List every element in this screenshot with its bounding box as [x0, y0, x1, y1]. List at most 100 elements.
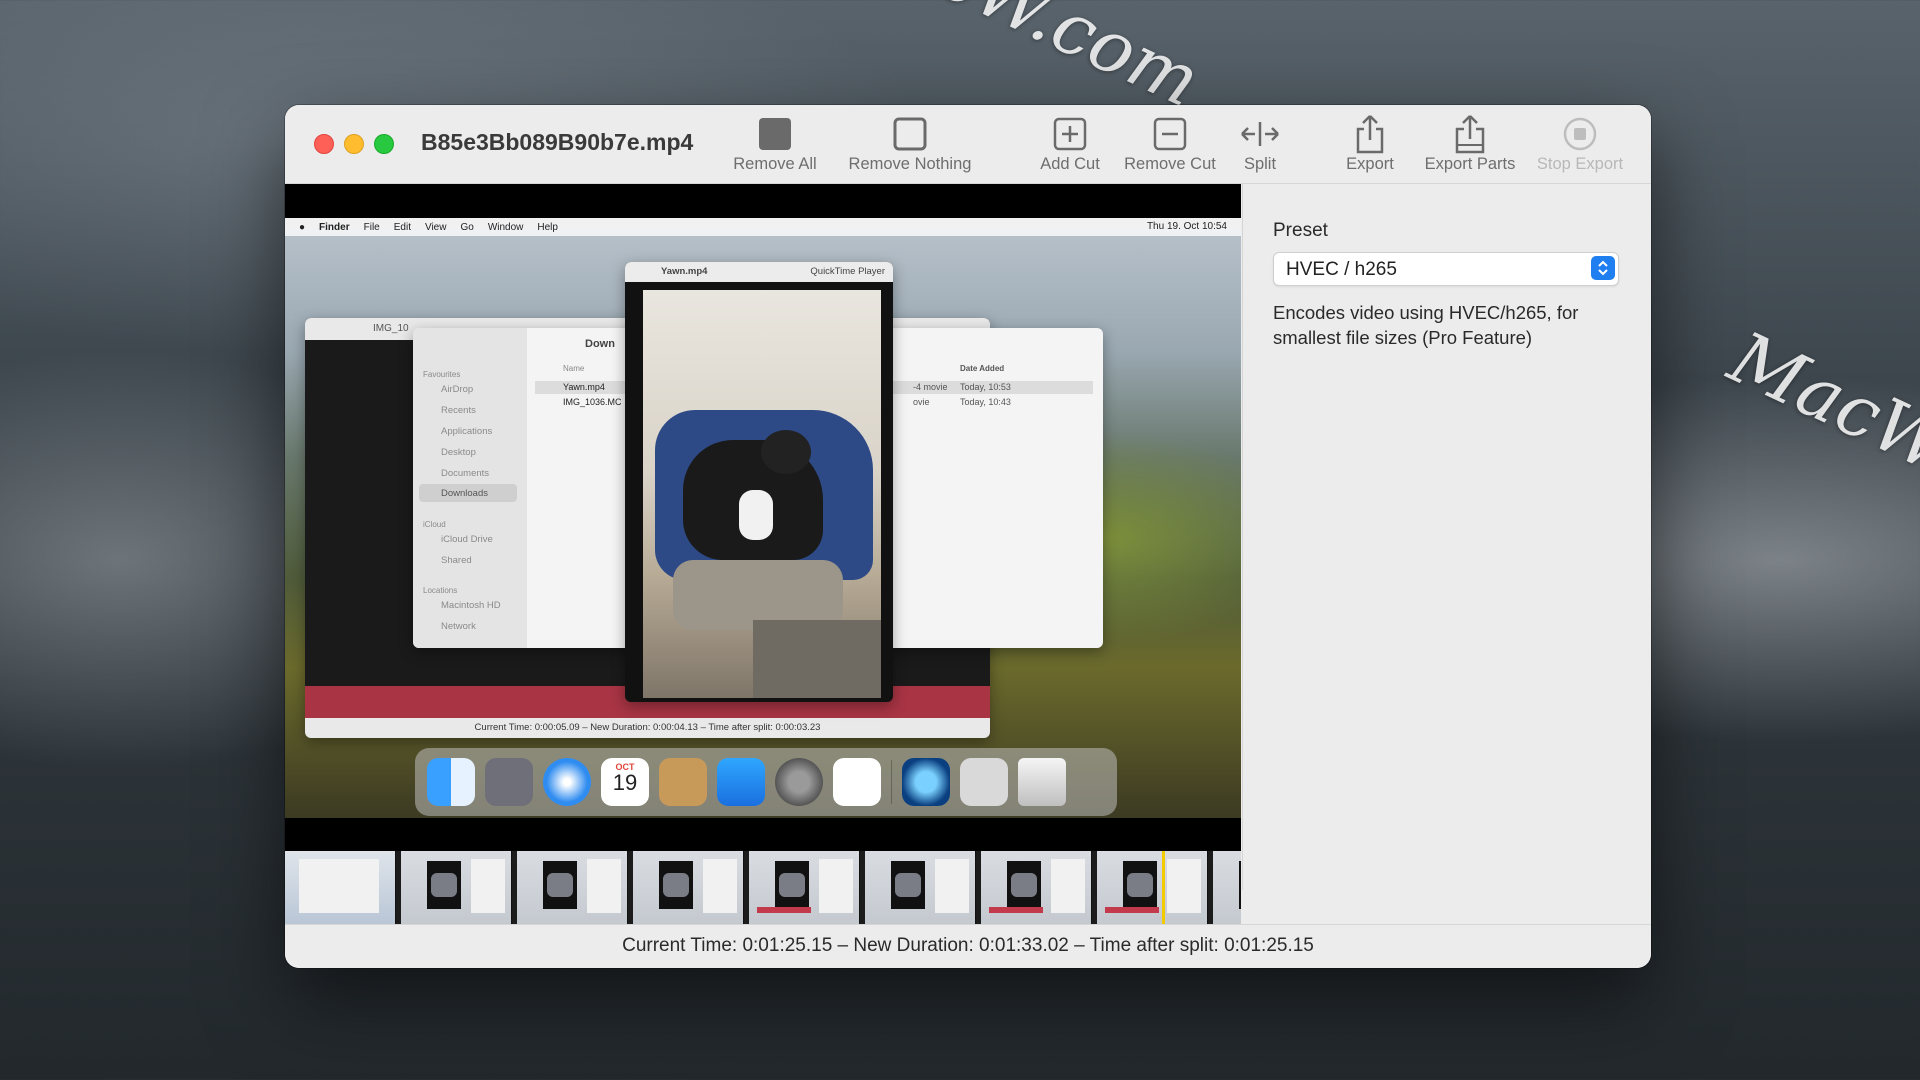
sidebar-item: Network [441, 621, 476, 632]
sidebar-item: Shared [441, 555, 472, 566]
preset-value: HVEC / h265 [1286, 259, 1397, 280]
calendar-day: 19 [612, 770, 638, 795]
calendar-icon: OCT 19 [601, 758, 649, 806]
status-bar: Current Time: 0:01:25.15 – New Duration:… [285, 924, 1651, 968]
safari-icon [543, 758, 591, 806]
finder-file-name: Yawn.mp4 [563, 382, 605, 392]
launchpad-icon [485, 758, 533, 806]
quicktime-app-label: QuickTime Player [810, 266, 885, 277]
finder-file-name: IMG_1036.MC [563, 397, 622, 407]
close-button[interactable] [314, 134, 334, 154]
filmstrip-frame [633, 851, 744, 924]
app-window: B85e3Bb089B90b7e.mp4 Remove All Remove N… [285, 105, 1651, 968]
sidebar-item: Macintosh HD [441, 600, 501, 611]
menubar-item: View [424, 221, 447, 233]
contacts-icon [659, 758, 707, 806]
split-arrows-icon [1239, 119, 1281, 154]
remove-nothing-button[interactable]: Remove Nothing [840, 117, 980, 177]
minus-square-icon [1152, 116, 1188, 157]
mac-dock: OCT 19 [415, 748, 1117, 816]
finder-icon [427, 758, 475, 806]
finder-file-date: Today, 10:43 [960, 397, 1011, 407]
menubar-app: Finder [319, 221, 350, 233]
cat-video-frame [643, 290, 881, 698]
sidebar-item: iCloud Drive [441, 534, 493, 545]
plus-square-icon [1052, 116, 1088, 157]
filmstrip-frame [517, 851, 628, 924]
remove-cut-label: Remove Cut [1124, 155, 1216, 173]
sidebar-item: AirDrop [441, 384, 474, 395]
window-title: B85e3Bb089B90b7e.mp4 [421, 129, 694, 155]
mac-menubar: ● Finder File Edit View Go Window Help T… [285, 218, 1241, 236]
system-settings-icon [775, 758, 823, 806]
zoom-button[interactable] [374, 134, 394, 154]
add-cut-button[interactable]: Add Cut [1025, 117, 1115, 177]
stop-export-label: Stop Export [1536, 155, 1624, 173]
preset-select[interactable]: HVEC / h265 [1273, 252, 1619, 286]
sidebar-item: Recents [441, 405, 476, 416]
recorded-screen: ● Finder File Edit View Go Window Help T… [285, 218, 1241, 818]
remove-all-label: Remove All [733, 155, 817, 173]
quicktime-title: Yawn.mp4 [661, 266, 708, 277]
chevron-updown-icon [1591, 256, 1615, 280]
sidebar-section-favourites: Favourites [423, 370, 461, 379]
preset-description: Encodes video using HVEC/h265, for small… [1273, 302, 1579, 348]
filmstrip-frame [285, 851, 396, 924]
quicktime-window: Yawn.mp4 QuickTime Player [625, 262, 893, 702]
preset-label: Preset [1273, 220, 1328, 241]
menubar-item: Help [537, 221, 558, 233]
share-parts-icon [1450, 113, 1490, 160]
titlebar: B85e3Bb089B90b7e.mp4 Remove All Remove N… [285, 105, 1651, 184]
finder-file-kind: ovie [913, 397, 930, 407]
sidebar-section-icloud: iCloud [423, 520, 446, 529]
filled-square-icon [757, 116, 793, 157]
sidebar-item: Documents [441, 468, 490, 479]
sidebar-item-selected: Downloads [441, 488, 488, 499]
menubar-item: Window [487, 221, 524, 233]
split-button[interactable]: Split [1230, 117, 1290, 177]
add-cut-label: Add Cut [1040, 155, 1100, 173]
finder-file-date: Today, 10:53 [960, 382, 1011, 392]
menubar-item: File [363, 221, 380, 233]
menubar-item: Go [460, 221, 474, 233]
menubar-clock: Thu 19. Oct 10:54 [1146, 221, 1227, 232]
finder-file-kind: -4 movie [913, 382, 948, 392]
inner-status: Current Time: 0:00:05.09 – New Duration:… [305, 718, 990, 738]
remove-all-button[interactable]: Remove All [725, 117, 825, 177]
split-label: Split [1243, 155, 1277, 173]
sidebar-item: Applications [441, 426, 493, 437]
filmstrip-frame [401, 851, 512, 924]
export-button[interactable]: Export [1335, 114, 1405, 177]
stop-export-button[interactable]: Stop Export [1530, 117, 1630, 177]
filmstrip-frame [981, 851, 1092, 924]
filmstrip-frame [749, 851, 860, 924]
app-store-icon [717, 758, 765, 806]
finder-path: Down [585, 338, 615, 350]
finder-col-date: Date Added [960, 364, 1005, 373]
quicktime-icon [902, 758, 950, 806]
trash-icon [1018, 758, 1066, 806]
downloads-stack-icon [960, 758, 1008, 806]
remove-nothing-label: Remove Nothing [848, 155, 972, 173]
finder-sidebar: Favourites AirDrop Recents Applications … [413, 328, 527, 648]
export-parts-label: Export Parts [1424, 155, 1516, 173]
finder-col-name: Name [563, 364, 585, 373]
apple-icon: ● [299, 221, 306, 233]
empty-square-icon [892, 116, 928, 157]
lossless-cut-icon [833, 758, 881, 806]
filmstrip-frame [865, 851, 976, 924]
timeline-filmstrip[interactable] [285, 851, 1241, 924]
sidebar-section-locations: Locations [423, 586, 458, 595]
export-parts-button[interactable]: Export Parts [1415, 114, 1525, 177]
video-preview[interactable]: ● Finder File Edit View Go Window Help T… [285, 184, 1241, 851]
stop-circle-icon [1562, 116, 1598, 157]
minimize-button[interactable] [344, 134, 364, 154]
remove-cut-button[interactable]: Remove Cut [1115, 117, 1225, 177]
filmstrip-frame [1213, 851, 1241, 924]
share-icon [1352, 113, 1388, 160]
playhead[interactable] [1162, 851, 1165, 924]
export-label: Export [1346, 155, 1394, 173]
filmstrip-frame [1097, 851, 1208, 924]
watermark-right: MacW.co [1717, 315, 1920, 529]
export-settings-panel: Preset HVEC / h265 Encodes video using H… [1242, 184, 1651, 890]
